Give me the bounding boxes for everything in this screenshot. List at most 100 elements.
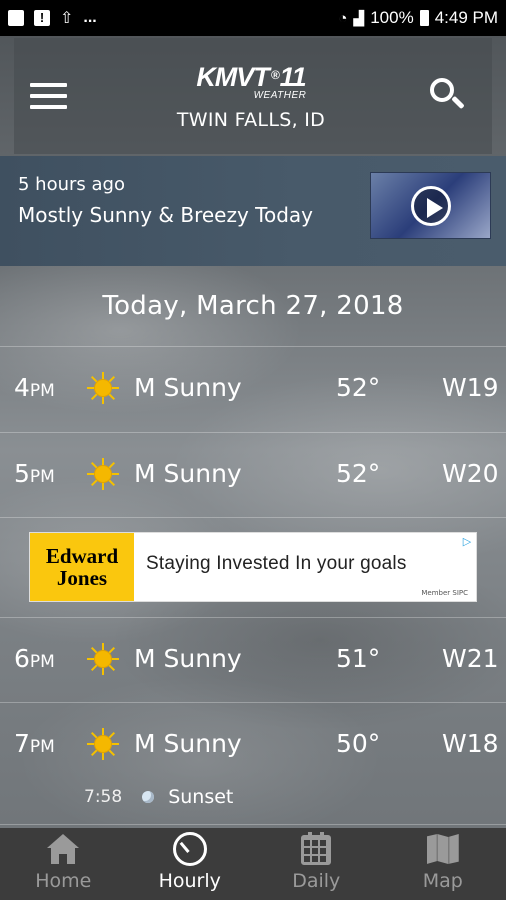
menu-button[interactable] [24, 66, 84, 126]
clock-icon [172, 832, 207, 866]
tab-hourly[interactable]: Hourly [127, 828, 254, 900]
upload-icon: ⇧ [60, 10, 74, 27]
adchoices-icon[interactable]: ▷ [460, 535, 474, 549]
advertiser-logo: Edward Jones [30, 533, 134, 601]
video-thumbnail[interactable] [370, 172, 491, 239]
hour-time: 6PM [14, 644, 55, 673]
ad-content: Staying Invested In your goals Member SI… [134, 533, 476, 601]
sunset-time: 7:58 [84, 787, 123, 807]
advertiser-name-line1: Edward [45, 544, 119, 568]
ad-disclaimer: Member SIPC [421, 589, 468, 597]
more-notifications: ... [83, 9, 97, 26]
hour-condition: M Sunny [134, 644, 242, 673]
hourly-row[interactable]: 6PM M Sunny 51° W21 [0, 618, 506, 702]
map-icon-shape [426, 834, 459, 864]
tab-label: Home [35, 870, 92, 892]
hour-wind: W19 [442, 373, 499, 402]
sun-core [95, 466, 111, 482]
location-label[interactable]: TWIN FALLS, ID [177, 109, 325, 131]
hamburger-line [30, 105, 67, 109]
tab-label: Hourly [158, 870, 221, 892]
hour-wind: W20 [442, 459, 499, 488]
divider [0, 824, 506, 825]
battery-icon [419, 10, 429, 26]
calendar-icon-ring [308, 832, 313, 839]
tab-map[interactable]: Map [380, 828, 506, 900]
ad-headline: Staying Invested In your goals [146, 553, 407, 574]
home-icon-roof [47, 834, 80, 848]
hour-meridiem: PM [29, 381, 55, 401]
calendar-icon [299, 832, 333, 866]
hourly-row[interactable]: 7PM M Sunny 50° W18 [0, 703, 506, 787]
logo-text: KMVT [196, 61, 269, 92]
sun-core [95, 651, 111, 667]
battery-percent: 100% [370, 8, 414, 27]
advertisement-banner[interactable]: Edward Jones Staying Invested In your go… [29, 532, 477, 602]
alert-icon: ! [34, 10, 50, 26]
advertiser-name-line2: Jones [56, 566, 108, 590]
divider [0, 517, 506, 518]
sunset-label: Sunset [168, 786, 234, 808]
bottom-tab-bar: Home Hourly Daily Map [0, 828, 506, 900]
sun-icon [87, 458, 119, 490]
search-icon [430, 78, 454, 102]
hour-condition: M Sunny [134, 373, 242, 402]
hour-number: 5 [14, 459, 30, 488]
logo-separator: ® [270, 67, 280, 82]
logo-subtitle: WEATHER [253, 89, 307, 101]
moon-icon [142, 791, 155, 803]
sun-core [95, 736, 111, 752]
tab-daily[interactable]: Daily [253, 828, 380, 900]
sun-icon [87, 372, 119, 404]
hour-meridiem: PM [29, 652, 55, 672]
image-icon [8, 10, 24, 26]
play-triangle [427, 198, 443, 218]
clock-icon-face [172, 832, 207, 866]
hourly-row[interactable]: 4PM M Sunny 52° W19 [0, 347, 506, 431]
sun-core [95, 380, 111, 396]
hour-wind: W18 [442, 729, 499, 758]
sun-icon [87, 643, 119, 675]
calendar-icon-grid [301, 835, 332, 865]
search-icon-handle [451, 95, 465, 110]
home-icon [46, 832, 80, 866]
hour-number: 6 [14, 644, 30, 673]
station-brand: KMVT ® 11 WEATHER TWIN FALLS, ID [84, 62, 418, 131]
hamburger-icon [30, 83, 67, 87]
hour-wind: W21 [442, 644, 499, 673]
hour-time: 5PM [14, 459, 55, 488]
logo-number: 11 [279, 61, 307, 92]
calendar-icon-ring [320, 832, 325, 839]
hour-temperature: 51° [336, 644, 381, 673]
hour-temperature: 50° [336, 729, 381, 758]
news-time-ago: 5 hours ago [18, 174, 125, 195]
hour-number: 4 [14, 373, 30, 402]
tab-home[interactable]: Home [0, 828, 127, 900]
hour-condition: M Sunny [134, 729, 242, 758]
hour-number: 7 [14, 729, 30, 758]
sunset-info: 7:58 Sunset [84, 786, 233, 808]
hour-temperature: 52° [336, 459, 381, 488]
hour-time: 7PM [14, 729, 55, 758]
status-bar: ! ⇧ ... ◔ ▟ 100% 4:49 PM [0, 0, 506, 36]
app-header: KMVT ® 11 WEATHER TWIN FALLS, ID [14, 38, 492, 154]
signal-icon: ▟ [353, 9, 365, 26]
wifi-icon: ◔ [338, 9, 348, 27]
clock-time: 4:49 PM [434, 8, 498, 27]
hour-meridiem: PM [29, 467, 55, 487]
hour-condition: M Sunny [134, 459, 242, 488]
hour-temperature: 52° [336, 373, 381, 402]
station-logo: KMVT ® 11 [196, 61, 307, 92]
play-icon [411, 186, 451, 226]
tab-label: Map [422, 870, 463, 892]
home-icon-door [59, 854, 68, 864]
map-icon [426, 832, 460, 866]
search-button[interactable] [418, 66, 478, 126]
hour-meridiem: PM [29, 737, 55, 757]
hour-time: 4PM [14, 373, 55, 402]
forecast-date: Today, March 27, 2018 [102, 291, 404, 321]
sun-icon [87, 728, 119, 760]
news-title: Mostly Sunny & Breezy Today [18, 203, 314, 227]
tab-label: Daily [292, 870, 341, 892]
hourly-row[interactable]: 5PM M Sunny 52° W20 [0, 433, 506, 517]
